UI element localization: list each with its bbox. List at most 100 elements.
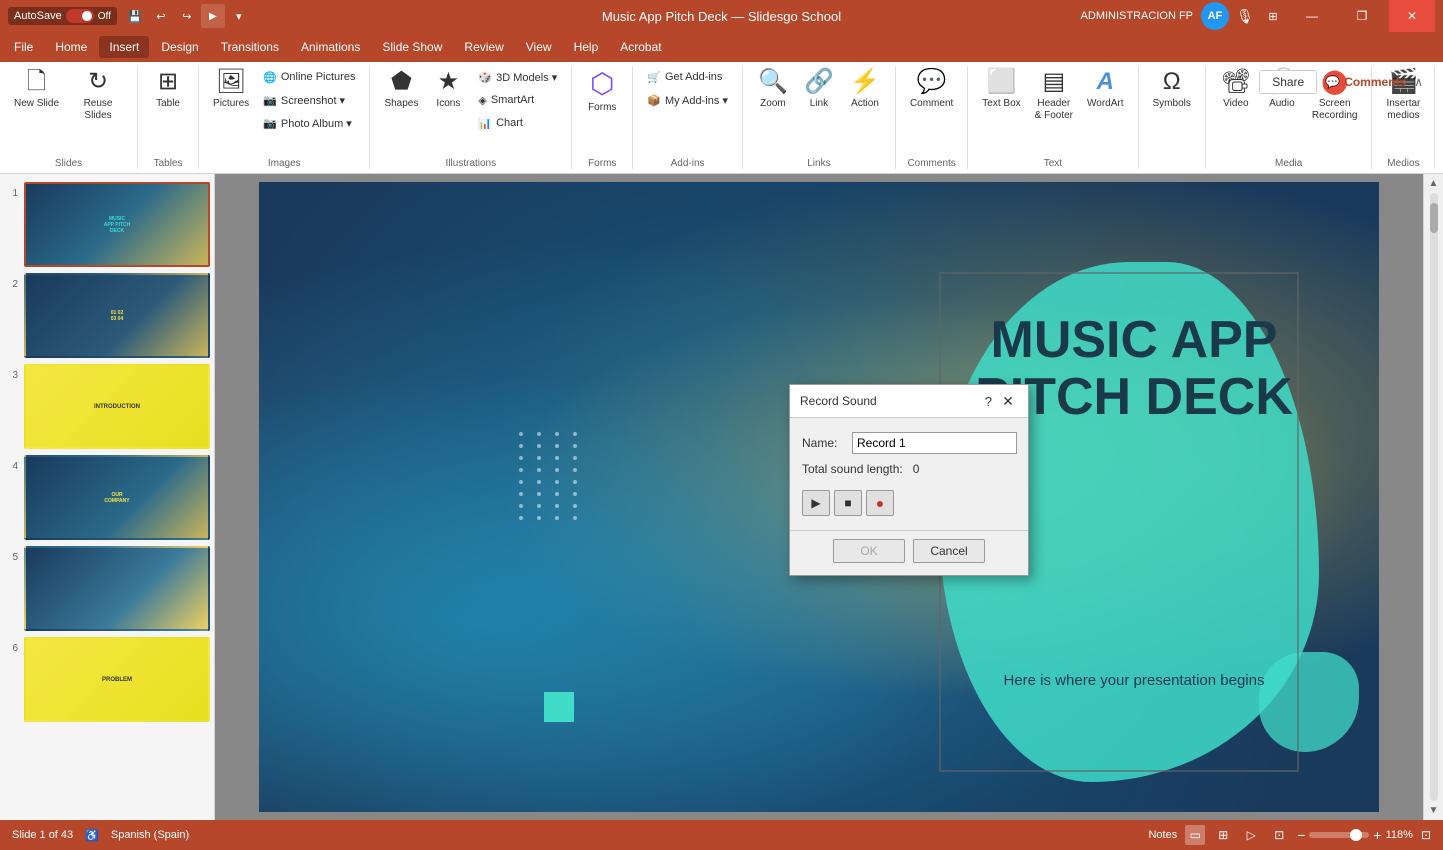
slide-thumb-wrapper-4[interactable]: 4 OURCOMPANY — [4, 455, 210, 540]
illustrations-column: 🎲 3D Models ▾ ◈ SmartArt 📊 Chart — [472, 66, 563, 134]
ribbon-group-addins: 🛒 Get Add-ins 📦 My Add-ins ▾ Add-ins — [633, 66, 743, 169]
text-box-button[interactable]: ⬜ Text Box — [976, 66, 1026, 140]
menu-transitions[interactable]: Transitions — [211, 36, 289, 58]
link-button[interactable]: 🔗 Link — [797, 66, 841, 140]
comment-button[interactable]: 💬 Comment — [904, 66, 959, 140]
shapes-button[interactable]: ⬟ Shapes — [378, 66, 424, 140]
fit-slide-button[interactable]: ⊡ — [1421, 828, 1431, 842]
redo-button[interactable]: ↪ — [175, 4, 199, 28]
video-button[interactable]: 📽 Video — [1214, 66, 1258, 140]
slide-thumb-3[interactable]: INTRODUCTION — [24, 364, 210, 449]
zoom-in-button[interactable]: + — [1373, 827, 1381, 843]
share-button[interactable]: Share — [1259, 70, 1317, 94]
menu-view[interactable]: View — [516, 36, 562, 58]
menu-acrobat[interactable]: Acrobat — [610, 36, 671, 58]
normal-view-button[interactable]: ▭ — [1185, 825, 1205, 845]
forms-label: Forms — [588, 102, 616, 114]
addins-group-label: Add-ins — [671, 154, 705, 169]
my-addins-button[interactable]: 📦 My Add-ins ▾ — [641, 89, 734, 111]
slide-thumb-6[interactable]: PROBLEM — [24, 637, 210, 722]
notes-button[interactable]: Notes — [1148, 829, 1177, 841]
menu-animations[interactable]: Animations — [291, 36, 370, 58]
menu-file[interactable]: File — [4, 36, 43, 58]
name-input[interactable] — [852, 432, 1017, 454]
autosave-toggle[interactable] — [66, 9, 94, 23]
dots-decoration — [519, 432, 583, 520]
customize-button[interactable]: ▾ — [227, 4, 251, 28]
accessibility-button[interactable]: ♿ — [85, 829, 99, 842]
slide-panel: 1 MUSICAPP PITCHDECK 2 01 0203 04 3 INTR… — [0, 174, 215, 820]
autosave-badge[interactable]: AutoSave Off — [8, 7, 117, 25]
playback-controls: ▶ ■ ● — [802, 490, 1016, 516]
wordart-button[interactable]: A WordArt — [1081, 66, 1130, 140]
photo-album-button[interactable]: 📷 Photo Album ▾ — [257, 112, 361, 134]
link-label: Link — [810, 98, 828, 110]
symbols-button[interactable]: Ω Symbols — [1147, 66, 1197, 140]
save-button[interactable]: 💾 — [123, 4, 147, 28]
slide-thumb-wrapper-1[interactable]: 1 MUSICAPP PITCHDECK — [4, 182, 210, 267]
name-label: Name: — [802, 436, 844, 450]
table-button[interactable]: ⊞ Table — [146, 66, 190, 140]
zoom-out-button[interactable]: − — [1297, 827, 1305, 843]
header-footer-button[interactable]: ▤ Header& Footer — [1029, 66, 1079, 140]
undo-button[interactable]: ↩ — [149, 4, 173, 28]
slide-sorter-button[interactable]: ⊞ — [1213, 825, 1233, 845]
display-settings-icon[interactable]: ⊞ — [1261, 4, 1285, 28]
online-pictures-button[interactable]: 🌐 Online Pictures — [257, 66, 361, 88]
slide-thumb-wrapper-2[interactable]: 2 01 0203 04 — [4, 273, 210, 358]
slide-thumb-1[interactable]: MUSICAPP PITCHDECK — [24, 182, 210, 267]
cancel-button[interactable]: Cancel — [913, 539, 985, 563]
ok-button[interactable]: OK — [833, 539, 905, 563]
action-button[interactable]: ⚡ Action — [843, 66, 887, 140]
icons-button[interactable]: ★ Icons — [426, 66, 470, 140]
pictures-button[interactable]: 🖼 Pictures — [207, 66, 255, 140]
forms-button[interactable]: ⬡ Forms — [580, 66, 624, 140]
get-addins-icon: 🛒 — [647, 71, 661, 84]
maximize-button[interactable]: ❐ — [1339, 0, 1385, 32]
new-slide-button[interactable]: 🗋 New Slide — [8, 66, 65, 140]
scrollbar-thumb[interactable] — [1430, 203, 1438, 233]
dialog-help-icon[interactable]: ? — [985, 394, 992, 409]
present-button[interactable]: ▶ — [201, 4, 225, 28]
slide-num-5: 5 — [4, 546, 18, 563]
slide-5-text — [26, 548, 208, 629]
menu-help[interactable]: Help — [564, 36, 609, 58]
sidebar-scroll-up[interactable]: ▲ — [1429, 178, 1439, 189]
ribbon-collapse-button[interactable]: ∧ — [1414, 75, 1423, 89]
new-slide-label: New Slide — [14, 98, 59, 110]
play-button[interactable]: ▶ — [802, 490, 830, 516]
ribbon-icon[interactable]: 🎙 — [1233, 4, 1257, 28]
menu-home[interactable]: Home — [45, 36, 97, 58]
slide-thumb-5[interactable] — [24, 546, 210, 631]
smartart-button[interactable]: ◈ SmartArt — [472, 89, 563, 111]
reuse-slides-button[interactable]: ↻ Reuse Slides — [67, 66, 129, 140]
dialog-close-button[interactable]: ✕ — [998, 391, 1018, 411]
close-button[interactable]: ✕ — [1389, 0, 1435, 32]
zoom-slider[interactable] — [1309, 832, 1369, 838]
sidebar-scroll-down[interactable]: ▼ — [1429, 805, 1439, 816]
slide-thumb-wrapper-5[interactable]: 5 — [4, 546, 210, 631]
chart-button[interactable]: 📊 Chart — [472, 112, 563, 134]
record-sound-dialog[interactable]: Record Sound ? ✕ Name: Total sound len — [789, 384, 1029, 576]
minimize-button[interactable]: — — [1289, 0, 1335, 32]
record-button[interactable]: ● — [866, 490, 894, 516]
reading-view-button[interactable]: ▷ — [1241, 825, 1261, 845]
get-addins-button[interactable]: 🛒 Get Add-ins — [641, 66, 734, 88]
slide-thumb-wrapper-3[interactable]: 3 INTRODUCTION — [4, 364, 210, 449]
menu-insert[interactable]: Insert — [99, 36, 149, 58]
comments-panel-button[interactable]: 💬 Comments — [1325, 75, 1406, 89]
slideshow-button[interactable]: ⊡ — [1269, 825, 1289, 845]
scroll-down-button[interactable]: ▼ — [1409, 499, 1419, 510]
menu-review[interactable]: Review — [454, 36, 513, 58]
stop-button[interactable]: ■ — [834, 490, 862, 516]
slide-scroll: ▲ ▼ — [1409, 484, 1419, 510]
slide-thumb-4[interactable]: OURCOMPANY — [24, 455, 210, 540]
menu-design[interactable]: Design — [151, 36, 208, 58]
3d-models-button[interactable]: 🎲 3D Models ▾ — [472, 66, 563, 88]
screenshot-button[interactable]: 📷 Screenshot ▾ — [257, 89, 361, 111]
menu-slideshow[interactable]: Slide Show — [372, 36, 452, 58]
slide-thumb-2[interactable]: 01 0203 04 — [24, 273, 210, 358]
scroll-up-button[interactable]: ▲ — [1409, 484, 1419, 495]
zoom-button[interactable]: 🔍 Zoom — [751, 66, 795, 140]
slide-thumb-wrapper-6[interactable]: 6 PROBLEM — [4, 637, 210, 722]
